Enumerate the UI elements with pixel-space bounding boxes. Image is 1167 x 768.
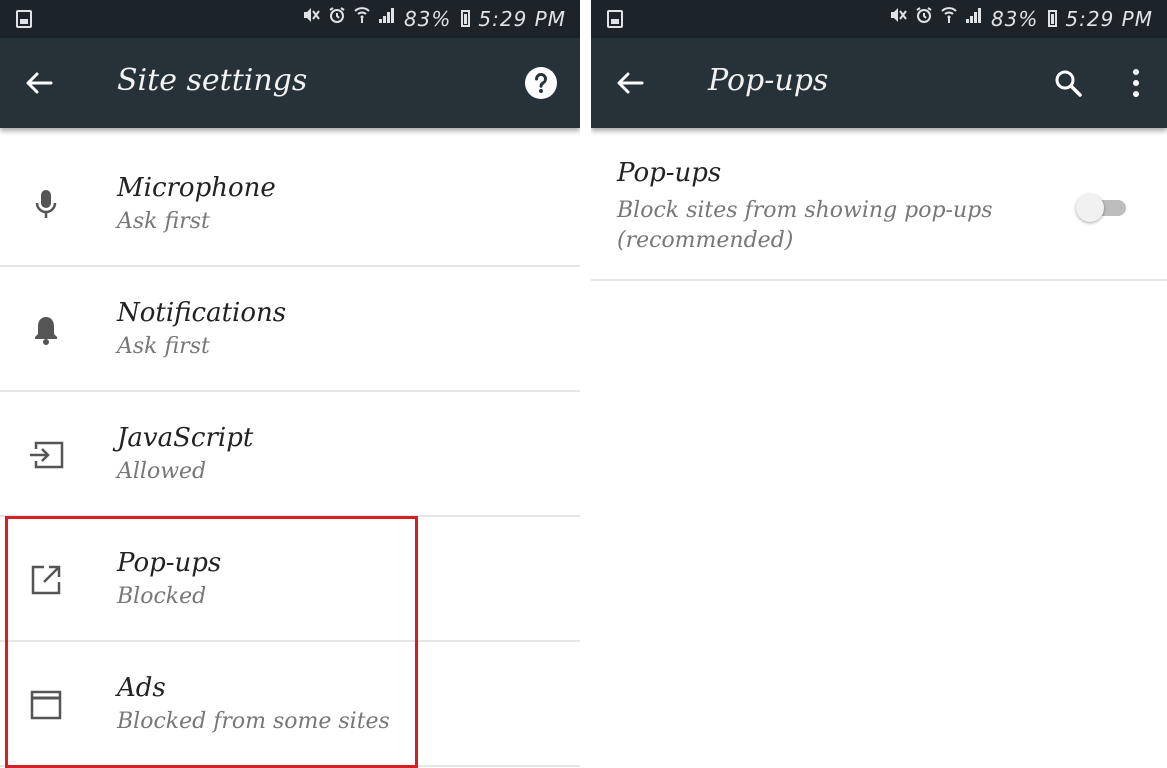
- highlight-box: [5, 516, 418, 768]
- site-settings-screen: 83% 5:29 PM Site settings Microphone Ask…: [0, 0, 580, 768]
- bell-icon: [28, 312, 64, 348]
- popups-toggle[interactable]: [1076, 194, 1130, 222]
- popups-screen: 83% 5:29 PM Pop-ups Pop-ups Block sites …: [591, 0, 1167, 768]
- status-bar: 83% 5:29 PM: [591, 0, 1167, 38]
- mute-icon: [889, 6, 907, 31]
- setting-status: Allowed: [117, 459, 207, 484]
- app-toolbar: Site settings: [0, 38, 580, 128]
- more-options-icon[interactable]: [1118, 65, 1154, 101]
- help-icon[interactable]: [523, 65, 559, 101]
- status-icons: 83% 5:29 PM: [889, 6, 1153, 31]
- preference-title: Pop-ups: [617, 158, 722, 188]
- setting-row-notifications[interactable]: Notifications Ask first: [0, 268, 580, 392]
- app-notification-icon: [607, 10, 623, 28]
- setting-status: Ask first: [117, 334, 210, 359]
- preference-description: Block sites from showing pop-ups (recomm…: [617, 198, 993, 253]
- toggle-thumb: [1076, 194, 1104, 222]
- setting-title: JavaScript: [117, 423, 254, 453]
- mute-icon: [302, 6, 320, 31]
- popups-preference-row[interactable]: Pop-ups Block sites from showing pop-ups…: [591, 128, 1167, 281]
- back-arrow-icon[interactable]: [22, 66, 56, 100]
- alarm-icon: [915, 6, 933, 31]
- javascript-icon: [28, 437, 64, 473]
- wifi-icon: [941, 6, 957, 31]
- signal-icon: [965, 6, 983, 31]
- battery-icon: [461, 10, 471, 27]
- wifi-icon: [354, 6, 370, 31]
- setting-status: Ask first: [117, 209, 210, 234]
- setting-title: Microphone: [117, 173, 276, 203]
- alarm-icon: [328, 6, 346, 31]
- page-title: Pop-ups: [708, 63, 829, 98]
- status-icons: 83% 5:29 PM: [302, 6, 566, 31]
- app-toolbar: Pop-ups: [591, 38, 1167, 128]
- signal-icon: [378, 6, 396, 31]
- microphone-icon: [28, 187, 64, 223]
- setting-title: Notifications: [117, 298, 287, 328]
- page-title: Site settings: [117, 63, 308, 98]
- battery-icon: [1048, 10, 1058, 27]
- clock: 5:29 PM: [478, 6, 566, 31]
- screen-divider: [580, 0, 591, 768]
- back-arrow-icon[interactable]: [613, 66, 647, 100]
- setting-row-microphone[interactable]: Microphone Ask first: [0, 143, 580, 267]
- battery-percent: 83%: [403, 6, 452, 31]
- clock: 5:29 PM: [1065, 6, 1153, 31]
- status-bar: 83% 5:29 PM: [0, 0, 580, 38]
- setting-row-javascript[interactable]: JavaScript Allowed: [0, 393, 580, 517]
- battery-percent: 83%: [990, 6, 1039, 31]
- search-icon[interactable]: [1050, 65, 1086, 101]
- app-notification-icon: [16, 10, 32, 28]
